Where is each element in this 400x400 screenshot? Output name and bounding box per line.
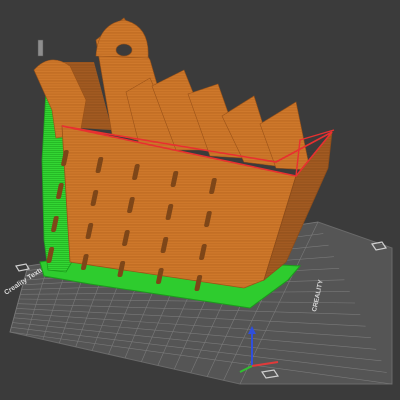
hanging-hole	[115, 43, 133, 57]
nozzle-post	[37, 39, 44, 57]
model-hanging-tab	[95, 19, 149, 59]
print-preview-viewport[interactable]: Creality Texture CREALITY	[0, 0, 400, 400]
scene-canvas[interactable]: Creality Texture CREALITY	[0, 0, 400, 400]
